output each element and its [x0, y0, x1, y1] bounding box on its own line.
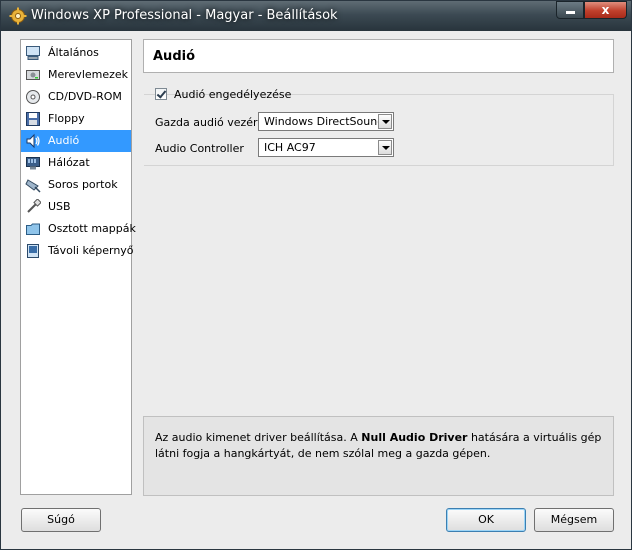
sidebar-item-label: Merevlemezek: [48, 68, 129, 81]
title-bar[interactable]: Windows XP Professional - Magyar - Beáll…: [1, 1, 631, 31]
enable-audio-checkbox[interactable]: [155, 88, 167, 100]
folder-icon: [26, 223, 40, 235]
audio-controller-label: Audio Controller: [155, 142, 244, 155]
help-button[interactable]: Súgó: [21, 508, 101, 532]
sidebar-item-label: CD/DVD-ROM: [48, 90, 122, 103]
info-text-part: Az audio kimenet driver beállítása. A: [155, 431, 362, 444]
monitor-icon: [26, 46, 40, 60]
hard-disk-icon: [26, 70, 40, 80]
sidebar-item-serial-ports[interactable]: Soros portok: [21, 174, 131, 196]
sidebar-item-label: USB: [48, 200, 71, 213]
audio-controller-value: ICH AC97: [264, 141, 316, 154]
floppy-icon: [26, 112, 40, 126]
chevron-down-icon[interactable]: [378, 140, 392, 155]
minimize-button[interactable]: [556, 1, 584, 19]
cd-dvd-icon: [26, 90, 40, 104]
chevron-down-icon[interactable]: [378, 114, 392, 129]
close-button[interactable]: x: [584, 1, 627, 19]
ok-button[interactable]: OK: [446, 508, 526, 532]
gear-icon: [9, 7, 27, 25]
enable-audio-label[interactable]: Audió engedélyezése: [174, 88, 291, 101]
remote-display-icon: [27, 244, 39, 258]
usb-icon: [27, 199, 41, 213]
settings-sidebar: Általános Merevlemezek CD/DVD-ROM Floppy…: [20, 39, 136, 495]
sidebar-item-label: Audió: [48, 134, 80, 147]
info-box: Az audio kimenet driver beállítása. A Nu…: [143, 416, 614, 496]
settings-window: Windows XP Professional - Magyar - Beáll…: [0, 0, 632, 550]
sidebar-item-network[interactable]: Hálózat: [21, 152, 131, 174]
host-driver-label: Gazda audió vezérlő: [155, 116, 268, 129]
sidebar-item-usb[interactable]: USB: [21, 196, 131, 218]
page-header: Audió: [143, 39, 614, 73]
sidebar-item-shared-folders[interactable]: Osztott mappák: [21, 218, 136, 240]
serial-port-icon: [25, 179, 41, 193]
sidebar-item-label: Osztott mappák: [48, 222, 136, 235]
sidebar-item-remote-display[interactable]: Távoli képernyő: [21, 240, 134, 262]
sidebar-item-hard-disks[interactable]: Merevlemezek: [21, 64, 131, 86]
page-title: Audió: [153, 49, 196, 64]
cancel-button[interactable]: Mégsem: [534, 508, 614, 532]
host-driver-select[interactable]: Windows DirectSound: [258, 112, 394, 131]
sidebar-item-general[interactable]: Általános: [21, 42, 131, 64]
sidebar-item-cd-dvd[interactable]: CD/DVD-ROM: [21, 86, 131, 108]
audio-controller-select[interactable]: ICH AC97: [258, 138, 394, 157]
info-text: Az audio kimenet driver beállítása. A Nu…: [155, 430, 605, 462]
close-icon: x: [601, 3, 610, 17]
sidebar-item-label: Soros portok: [48, 178, 118, 191]
window-title: Windows XP Professional - Magyar - Beáll…: [31, 8, 338, 23]
sidebar-item-label: Távoli képernyő: [48, 244, 134, 257]
info-text-bold: Null Audio Driver: [361, 431, 468, 444]
sidebar-item-audio[interactable]: Audió: [21, 130, 131, 152]
sidebar-item-label: Általános: [48, 46, 99, 59]
network-icon: [26, 157, 40, 170]
speaker-icon: [26, 133, 40, 149]
sidebar-item-label: Floppy: [48, 112, 85, 125]
minimize-icon: [566, 11, 575, 14]
sidebar-item-floppy[interactable]: Floppy: [21, 108, 131, 130]
sidebar-item-label: Hálózat: [48, 156, 90, 169]
host-driver-value: Windows DirectSound: [264, 115, 385, 128]
